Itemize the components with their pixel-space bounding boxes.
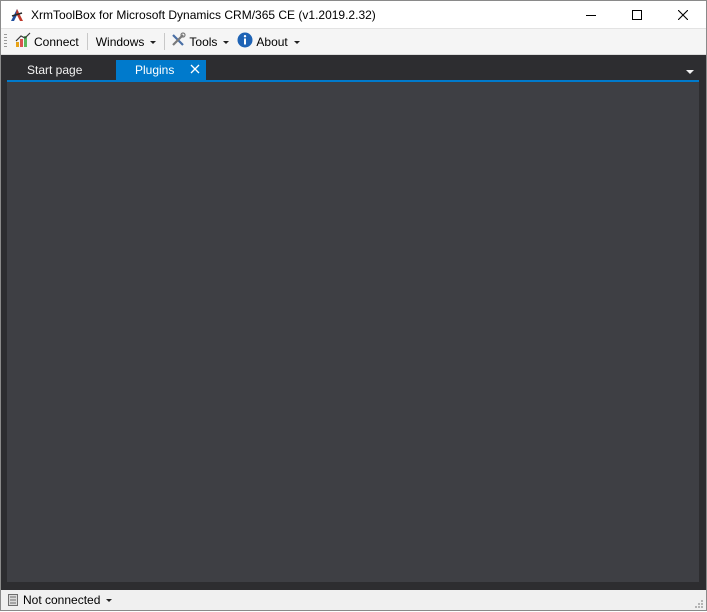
- toolbar-separator: [86, 33, 88, 50]
- server-icon: [8, 594, 18, 606]
- window-title: XrmToolBox for Microsoft Dynamics CRM/36…: [31, 7, 376, 22]
- maximize-button[interactable]: [614, 1, 660, 28]
- windows-menu[interactable]: Windows: [93, 31, 160, 53]
- window-controls: [568, 1, 706, 28]
- tab-plugins[interactable]: Plugins: [116, 60, 206, 80]
- minimize-icon: [586, 14, 596, 16]
- maximize-icon: [632, 9, 642, 20]
- info-icon: [237, 32, 253, 51]
- title-bar[interactable]: XrmToolBox for Microsoft Dynamics CRM/36…: [1, 1, 706, 28]
- close-button[interactable]: [660, 1, 706, 28]
- wrench-screwdriver-icon: [170, 32, 186, 51]
- connect-label: Connect: [34, 34, 79, 49]
- connection-chart-icon: [15, 32, 31, 51]
- connect-button[interactable]: Connect: [12, 31, 82, 53]
- main-toolbar: Connect Windows Tools About: [1, 28, 706, 55]
- chevron-down-icon: [106, 599, 113, 602]
- resize-grip-icon[interactable]: [694, 598, 704, 608]
- tab-label: Start page: [27, 63, 83, 77]
- about-menu[interactable]: About: [234, 31, 302, 53]
- tab-start-page[interactable]: Start page: [7, 60, 116, 80]
- chevron-down-icon: [150, 40, 157, 44]
- about-label: About: [256, 34, 288, 49]
- chevron-down-icon: [293, 40, 300, 44]
- connection-status-text: Not connected: [23, 593, 101, 607]
- toolbar-separator: [164, 33, 166, 50]
- chevron-down-icon: [223, 40, 230, 44]
- tools-menu[interactable]: Tools: [170, 31, 232, 53]
- minimize-button[interactable]: [568, 1, 614, 28]
- document-workspace: Start page Plugins: [1, 55, 706, 590]
- close-icon: [678, 9, 688, 20]
- plugins-content-pane: [7, 82, 699, 582]
- tab-label: Plugins: [135, 63, 175, 77]
- windows-label: Windows: [95, 34, 145, 49]
- app-window: XrmToolBox for Microsoft Dynamics CRM/36…: [0, 0, 707, 611]
- toolbar-grip[interactable]: [4, 34, 7, 49]
- tab-overflow-chevron-down-icon[interactable]: [686, 70, 694, 74]
- tab-strip: Start page Plugins: [1, 55, 706, 81]
- close-icon[interactable]: [189, 63, 201, 75]
- connection-status-dropdown[interactable]: Not connected: [23, 589, 113, 611]
- status-bar: Not connected: [1, 590, 706, 610]
- tools-label: Tools: [189, 34, 218, 49]
- xrmtoolbox-logo-icon: [9, 7, 25, 23]
